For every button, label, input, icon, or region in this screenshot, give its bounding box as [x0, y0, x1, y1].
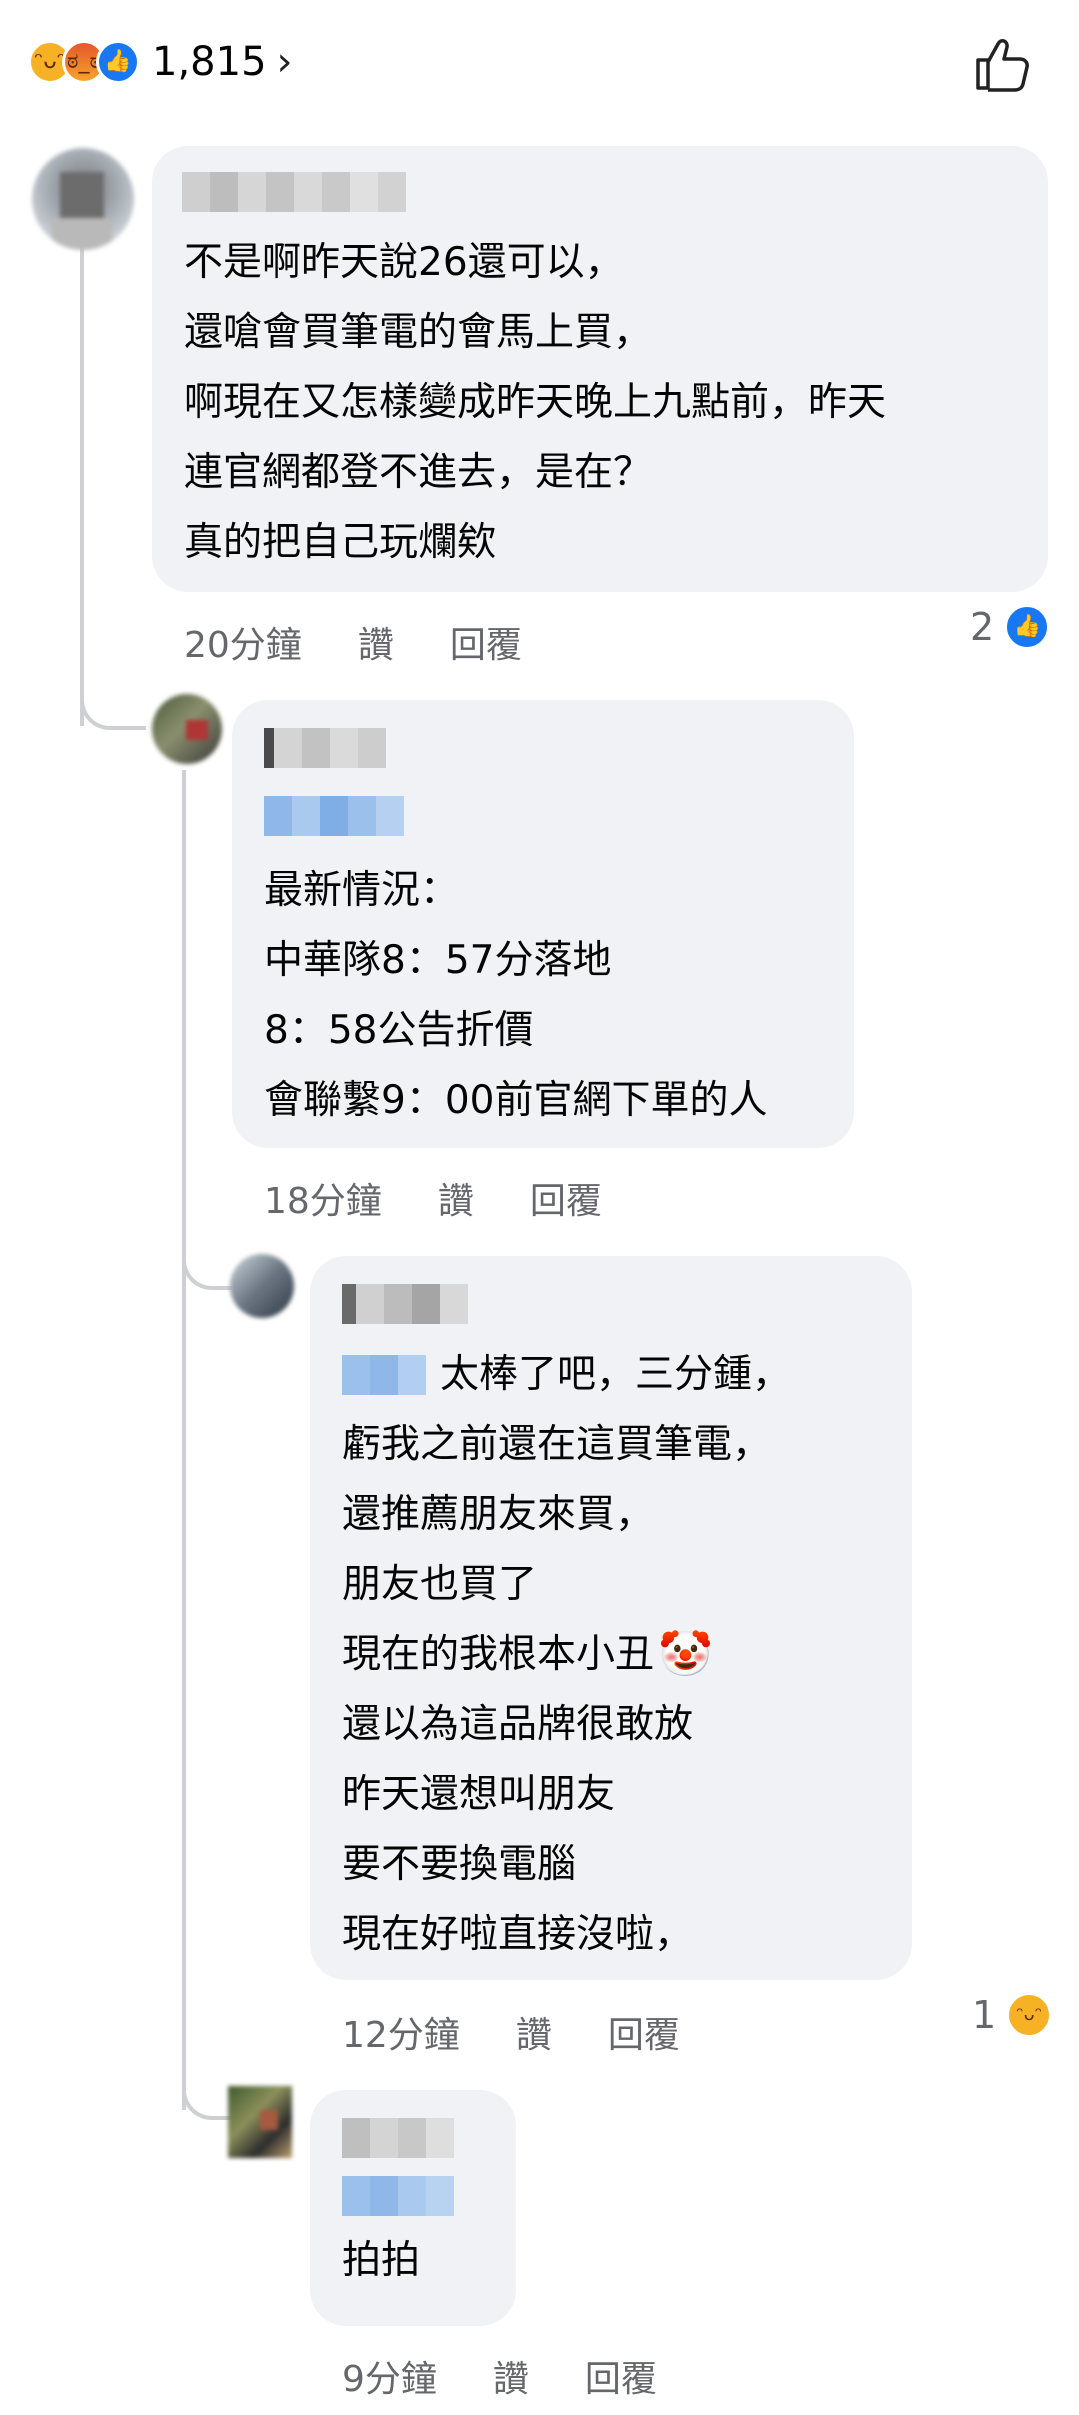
thread-line [182, 770, 186, 2110]
comment-bubble: 拍拍 [310, 2090, 516, 2326]
like-button[interactable] [970, 34, 1030, 94]
comment-text-line: 最新情況： [264, 868, 460, 913]
author-name-blurred[interactable] [182, 172, 406, 212]
comment-text-line: 現在的我根本小丑 [342, 1632, 655, 1677]
comment-text-line: 8：58公告折價 [264, 1008, 534, 1053]
thread-connector [182, 2070, 232, 2120]
comment-text-line: 昨天還想叫朋友 [342, 1772, 616, 1817]
author-name-blurred[interactable] [342, 1284, 468, 1324]
like-icon: 👍 [96, 40, 140, 84]
haha-icon: ᵔᴗᵔ [1006, 1992, 1053, 2038]
comment-bubble: 最新情況： 中華隊8：57分落地 8：58公告折價 會聯繫9：00前官網下單的人 [232, 700, 854, 1148]
avatar[interactable] [152, 694, 222, 764]
comment-reactions[interactable]: 1 ᵔᴗᵔ [972, 1992, 1053, 2038]
thread-connector [182, 1240, 232, 1290]
comment-meta: 12分鐘 讚 回覆 [342, 2006, 736, 2058]
comment-meta: 9分鐘 讚 回覆 [342, 2350, 713, 2402]
comment-text-line: 還推薦朋友來買， [342, 1492, 655, 1537]
like-link[interactable]: 讚 [438, 1172, 474, 1224]
reply-link[interactable]: 回覆 [585, 2350, 657, 2402]
reply-link[interactable]: 回覆 [530, 1172, 602, 1224]
comment-text-line: 真的把自己玩爛欸 [184, 520, 497, 565]
comment-text-line: 拍拍 [342, 2238, 421, 2283]
comment-text-line: 會聯繫9：00前官網下單的人 [264, 1078, 768, 1123]
comment-text-line: 朋友也買了 [342, 1562, 538, 1607]
comment-meta: 18分鐘 讚 回覆 [264, 1172, 658, 1224]
comment-text-line: 還嗆會買筆電的會馬上買， [184, 310, 653, 355]
comment-text-line: 中華隊8：57分落地 [264, 938, 612, 983]
comment-meta: 20分鐘 讚 回覆 [184, 616, 578, 668]
comment-text-line: 不是啊昨天說26還可以， [184, 240, 624, 285]
comment-reactions[interactable]: 2 👍 [970, 604, 1051, 650]
author-name-blurred[interactable] [342, 2118, 454, 2158]
reply-link[interactable]: 回覆 [450, 616, 522, 668]
timestamp: 9分鐘 [342, 2359, 437, 2400]
comment-text-line: 啊現在又怎樣變成昨天晚上九點前，昨天 [184, 380, 887, 425]
comment-bubble: 不是啊昨天說26還可以， 還嗆會買筆電的會馬上買， 啊現在又怎樣變成昨天晚上九點… [152, 146, 1048, 592]
timestamp: 12分鐘 [342, 2015, 460, 2056]
thread-line [80, 218, 84, 726]
comment-text-line: 還以為這品牌很敢放 [342, 1702, 694, 1747]
clown-emoji-icon: 🤡 [658, 1629, 713, 1680]
like-link[interactable]: 讚 [516, 2006, 552, 2058]
comment-text-line: 連官網都登不進去，是在？ [184, 450, 653, 495]
chevron-right-icon: › [276, 39, 293, 85]
avatar[interactable] [32, 148, 134, 250]
tagged-name-blurred[interactable] [264, 796, 404, 836]
comment-text-line: 虧我之前還在這買筆電， [342, 1422, 772, 1467]
avatar[interactable] [230, 1254, 294, 1318]
comment-text-line: 太棒了吧，三分鍾， [440, 1352, 792, 1397]
reaction-summary[interactable]: ᵔᴗᵔ ಠ_ಠ 👍 1,815 › [28, 38, 293, 86]
like-link[interactable]: 讚 [358, 616, 394, 668]
reaction-count: 1 [972, 1993, 997, 2037]
like-link[interactable]: 讚 [493, 2350, 529, 2402]
tagged-name-blurred[interactable] [342, 2176, 454, 2216]
like-icon: 👍 [1004, 604, 1051, 650]
thread-connector [80, 680, 146, 730]
reply-link[interactable]: 回覆 [608, 2006, 680, 2058]
reaction-count: 1,815 [152, 39, 267, 85]
reaction-count: 2 [970, 605, 995, 649]
timestamp: 20分鐘 [184, 625, 302, 666]
comment-text-line: 現在好啦直接沒啦， [342, 1912, 694, 1957]
comment-text-line: 要不要換電腦 [342, 1842, 577, 1887]
avatar[interactable] [228, 2086, 292, 2158]
timestamp: 18分鐘 [264, 1181, 382, 1222]
tagged-name-blurred[interactable] [342, 1355, 426, 1395]
author-name-blurred[interactable] [264, 728, 386, 768]
comment-bubble: 太棒了吧，三分鍾， 虧我之前還在這買筆電， 還推薦朋友來買， 朋友也買了 現在的… [310, 1256, 912, 1980]
